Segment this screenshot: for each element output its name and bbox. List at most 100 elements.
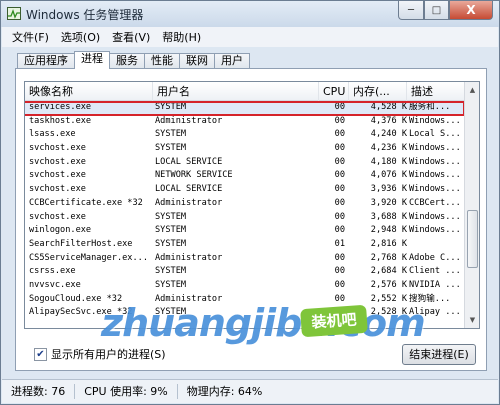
status-memory-usage: 物理内存: 64% [186,385,263,398]
table-row[interactable]: csrss.exe SYSTEM 00 2,684 K Client ... [25,265,466,279]
process-rows: services.exe SYSTEM 00 4,528 K 服务和... taskhos… [25,101,466,320]
process-image-name: lsass.exe [29,129,76,140]
table-row[interactable]: svchost.exe SYSTEM 00 4,236 K Windows... [25,142,466,156]
table-row[interactable]: SogouCloud.exe *32 Administrator 00 2,552 K… [25,293,466,307]
process-user-name: LOCAL SERVICE [155,184,223,195]
maximize-button[interactable]: □ [424,1,449,20]
process-description: 搜狗输... [409,293,451,304]
vertical-scrollbar[interactable]: ▲ ▼ [464,82,479,328]
process-image-name: CS5ServiceManager.ex... [29,252,148,263]
table-row[interactable]: CCBCertificate.exe *32 Administrator 00 3,9… [25,197,466,211]
table-row[interactable]: nvvsvc.exe SYSTEM 00 2,576 K NVIDIA ... [25,279,466,293]
process-cpu: 00 [334,102,345,112]
tab-strip: 应用程序 进程 服务 性能 联网 用户 [17,51,250,69]
scroll-thumb[interactable] [467,210,478,268]
column-header: 映像名称 用户名 CPU 内存(... 描述 [25,82,466,101]
process-description: Alipay ... [409,307,461,318]
process-memory: 4,076 K [370,170,407,181]
process-image-name: winlogon.exe [29,225,92,236]
process-user-name: SYSTEM [155,211,187,222]
process-image-name: svchost.exe [29,170,86,181]
process-description: Adobe C... [409,252,461,263]
process-memory: 2,768 K [370,252,407,263]
process-image-name: nvvsvc.exe [29,279,81,290]
tab-processes[interactable]: 进程 [74,51,110,69]
process-description: NVIDIA ... [409,279,461,290]
process-user-name: SYSTEM [155,266,187,277]
process-cpu: 00 [334,293,345,304]
status-bar: 进程数: 76 CPU 使用率: 9% 物理内存: 64% [2,379,498,403]
table-row[interactable]: services.exe SYSTEM 00 4,528 K 服务和... [25,101,466,115]
process-description: CCBCert... [409,197,461,208]
process-memory: 2,552 K [370,293,407,304]
task-manager-window: Windows 任务管理器 ─ □ X 文件(F) 选项(O) 查看(V) 帮助… [0,0,500,405]
process-memory: 2,576 K [370,279,407,290]
table-row[interactable]: svchost.exe LOCAL SERVICE 00 3,936 K Windows… [25,183,466,197]
column-image-name[interactable]: 映像名称 [25,82,153,101]
table-row[interactable]: taskhost.exe Administrator 00 4,376 K Window… [25,115,466,129]
end-process-button[interactable]: 结束进程(E) [402,344,476,365]
table-row[interactable]: svchost.exe SYSTEM 00 3,688 K Windows... [25,211,466,225]
process-memory: 2,816 K [370,238,407,249]
process-user-name: NETWORK SERVICE [155,170,233,181]
show-all-users-checkbox[interactable]: ✔ [34,347,47,361]
process-image-name: svchost.exe [29,143,86,154]
menu-file[interactable]: 文件(F) [6,29,55,45]
process-image-name: svchost.exe [29,211,86,222]
column-memory[interactable]: 内存(... [349,82,407,101]
tab-networking[interactable]: 联网 [179,53,215,69]
menu-view[interactable]: 查看(V) [106,29,156,45]
process-cpu: 00 [334,252,345,263]
column-user-name[interactable]: 用户名 [153,82,319,101]
process-memory: 3,936 K [370,184,407,195]
tab-users[interactable]: 用户 [214,53,250,69]
tab-performance[interactable]: 性能 [144,53,180,69]
table-row[interactable]: svchost.exe LOCAL SERVICE 00 4,180 K Windows… [25,156,466,170]
column-description[interactable]: 描述 [407,82,466,101]
menu-bar: 文件(F) 选项(O) 查看(V) 帮助(H) [2,27,498,47]
menu-help[interactable]: 帮助(H) [156,29,207,45]
task-manager-icon [7,7,21,20]
process-cpu: 00 [334,279,345,290]
scroll-down-icon[interactable]: ▼ [466,313,479,327]
process-description: 服务和... [409,102,451,112]
process-memory: 2,948 K [370,225,407,236]
table-row[interactable]: AlipaySecSvc.exe *32 SYSTEM 00 2,528 K Alipa… [25,306,466,320]
process-image-name: AlipaySecSvc.exe *32 [29,307,133,318]
column-cpu[interactable]: CPU [319,82,349,101]
close-button[interactable]: X [449,1,493,20]
minimize-button[interactable]: ─ [398,1,424,20]
process-cpu: 00 [334,197,345,208]
status-cpu-usage: CPU 使用率: 9% [75,384,178,399]
process-image-name: csrss.exe [29,266,76,277]
process-cpu: 00 [334,266,345,277]
process-memory: 3,688 K [370,211,407,222]
tab-applications[interactable]: 应用程序 [17,53,75,69]
process-memory: 4,236 K [370,143,407,154]
process-description: Windows... [409,225,461,236]
process-memory: 2,684 K [370,266,407,277]
process-memory: 4,240 K [370,129,407,140]
process-cpu: 00 [334,129,345,140]
table-row[interactable]: svchost.exe NETWORK SERVICE 00 4,076 K Windo… [25,169,466,183]
table-row[interactable]: lsass.exe SYSTEM 00 4,240 K Local S... [25,128,466,142]
table-row[interactable]: CS5ServiceManager.ex... Administrator 00 2,… [25,252,466,266]
title-bar[interactable]: Windows 任务管理器 ─ □ X [1,1,499,27]
process-user-name: SYSTEM [155,143,187,154]
scroll-up-icon[interactable]: ▲ [466,83,479,97]
process-cpu: 00 [334,211,345,222]
show-all-users-option[interactable]: ✔ 显示所有用户的进程(S) [34,346,166,362]
table-row[interactable]: winlogon.exe SYSTEM 00 2,948 K Windows... [25,224,466,238]
process-list[interactable]: 映像名称 用户名 CPU 内存(... 描述 services.exe SYSTE… [24,81,480,329]
menu-options[interactable]: 选项(O) [55,29,106,45]
process-user-name: Administrator [155,252,223,263]
process-user-name: SYSTEM [155,307,187,318]
process-description: Windows... [409,170,461,181]
process-image-name: svchost.exe [29,184,86,195]
tab-services[interactable]: 服务 [109,53,145,69]
window-title: Windows 任务管理器 [26,8,144,22]
process-memory: 4,376 K [370,115,407,126]
table-row[interactable]: SearchFilterHost.exe SYSTEM 01 2,816 K [25,238,466,252]
process-cpu: 00 [334,156,345,167]
process-memory: 3,920 K [370,197,407,208]
